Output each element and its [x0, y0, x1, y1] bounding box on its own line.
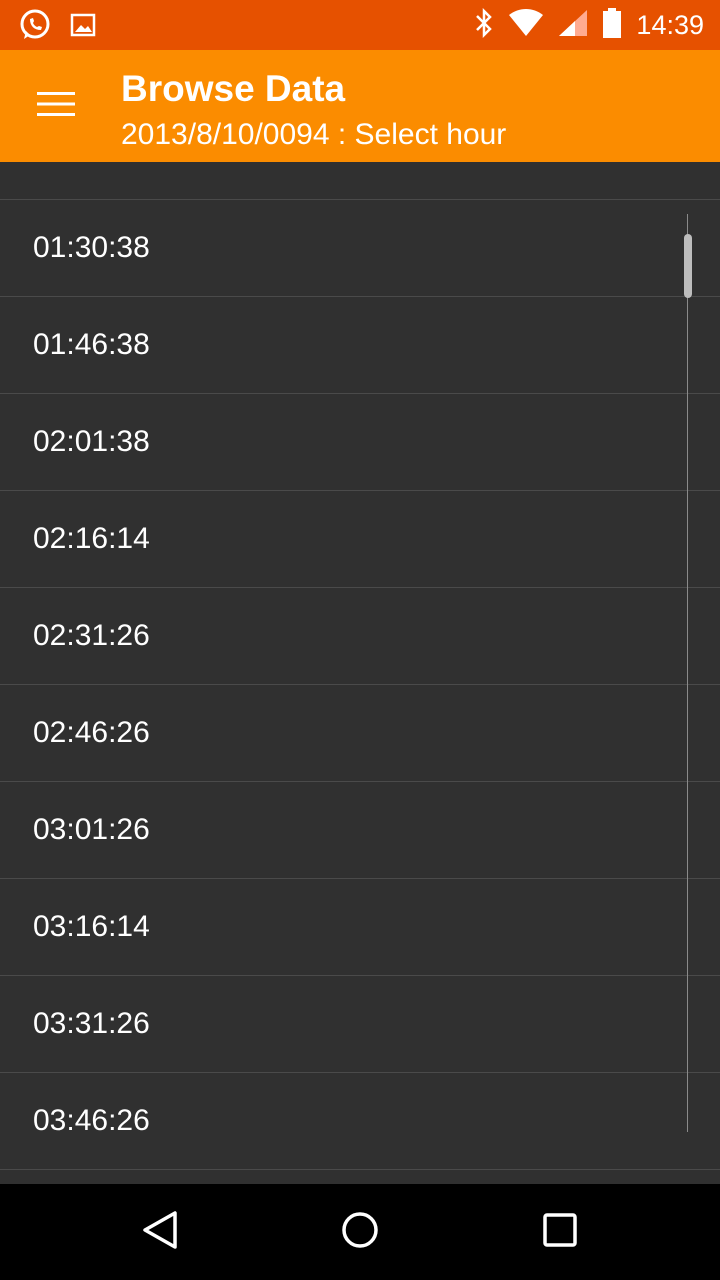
- page-title: Browse Data: [121, 68, 346, 109]
- scrollbar-thumb[interactable]: [684, 234, 692, 298]
- cell-signal-icon: [558, 9, 588, 42]
- recents-button[interactable]: [536, 1208, 584, 1256]
- list-item[interactable]: 03:01:26: [0, 782, 720, 879]
- clock: 14:39: [636, 9, 704, 40]
- scrollbar-track[interactable]: [687, 214, 688, 1132]
- list-item[interactable]: 03:31:26: [0, 976, 720, 1073]
- list-item[interactable]: 02:31:26: [0, 588, 720, 685]
- back-icon: [141, 1210, 179, 1255]
- list-item[interactable]: 02:46:26: [0, 685, 720, 782]
- app-bar: Browse Data 2013/8/10/0094 : Select hour: [0, 50, 720, 162]
- list-item[interactable]: 01:30:38: [0, 200, 720, 297]
- page-subtitle: 2013/8/10/0094 : Select hour: [121, 118, 507, 151]
- list-item[interactable]: 03:46:26: [0, 1073, 720, 1170]
- home-icon: [341, 1211, 379, 1254]
- bluetooth-icon: [474, 7, 494, 43]
- list-item[interactable]: 03:16:14: [0, 879, 720, 976]
- list-item[interactable]: 02:01:38: [0, 394, 720, 491]
- gallery-icon: [70, 13, 96, 42]
- status-bar: 14:39: [0, 0, 720, 50]
- list-item[interactable]: 02:16:14: [0, 491, 720, 588]
- wifi-icon: [508, 8, 544, 42]
- home-button[interactable]: [336, 1208, 384, 1256]
- battery-icon: [602, 7, 622, 43]
- back-button[interactable]: [136, 1208, 184, 1256]
- list-item[interactable]: 01:46:38: [0, 297, 720, 394]
- list-item[interactable]: 01:15:38: [0, 162, 720, 200]
- hour-list[interactable]: 01:15:38 01:30:38 01:46:38 02:01:38 02:1…: [0, 162, 720, 1184]
- hamburger-menu-icon: [37, 91, 75, 122]
- menu-button[interactable]: [28, 82, 84, 130]
- recents-icon: [542, 1212, 578, 1253]
- navigation-bar: [0, 1184, 720, 1280]
- whatsapp-icon: [18, 8, 52, 47]
